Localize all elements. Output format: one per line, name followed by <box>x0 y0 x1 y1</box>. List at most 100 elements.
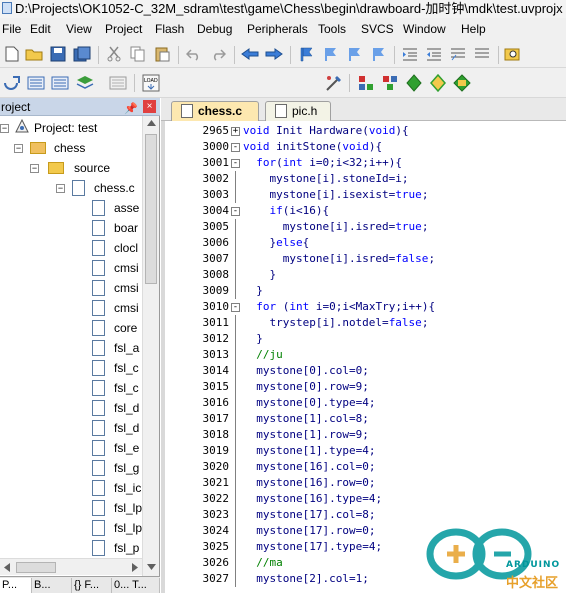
collapse-icon[interactable]: − <box>0 124 9 133</box>
code-line[interactable]: 3020 mystone[16].col=0; <box>165 459 566 475</box>
nav-forward-icon[interactable] <box>264 44 284 64</box>
open-folder-icon[interactable] <box>24 44 44 64</box>
manage-components-icon[interactable] <box>356 73 376 93</box>
scroll-thumb[interactable] <box>145 134 157 284</box>
copy-icon[interactable] <box>128 44 148 64</box>
code-line[interactable]: 3016 mystone[0].type=4; <box>165 395 566 411</box>
file-icon <box>92 278 111 298</box>
code-line[interactable]: 3001- for(int i=0;i<32;i++){ <box>165 155 566 171</box>
scroll-right-icon[interactable] <box>132 563 138 572</box>
code-line[interactable]: 3018 mystone[1].row=9; <box>165 427 566 443</box>
collapse-icon[interactable]: - <box>231 159 240 168</box>
new-file-icon[interactable] <box>2 44 22 64</box>
save-icon[interactable] <box>48 44 68 64</box>
code-line[interactable]: 3002 mystone[i].stoneId=i; <box>165 171 566 187</box>
collapse-icon[interactable]: − <box>30 164 39 173</box>
comment-icon[interactable] <box>448 44 468 64</box>
pack-installer-icon[interactable] <box>428 73 448 93</box>
menu-tools[interactable]: Tools <box>318 18 346 40</box>
bookmark-icon[interactable] <box>296 44 316 64</box>
redo-icon[interactable] <box>208 44 228 64</box>
code-line[interactable]: 2965 + void Init Hardware(void){ <box>165 123 566 139</box>
collapse-icon[interactable]: - <box>231 207 240 216</box>
close-panel-button[interactable]: × <box>143 100 156 113</box>
menu-edit[interactable]: Edit <box>30 18 51 40</box>
horizontal-scrollbar[interactable] <box>0 558 142 575</box>
paste-icon[interactable] <box>152 44 172 64</box>
menu-debug[interactable]: Debug <box>197 18 232 40</box>
save-all-icon[interactable] <box>72 44 92 64</box>
code-line[interactable]: 3000- void initStone(void){ <box>165 139 566 155</box>
find-in-files-icon[interactable] <box>503 44 523 64</box>
code-text: mystone[0].row=9; <box>256 379 369 395</box>
rebuild-icon[interactable] <box>50 73 70 93</box>
menu-window[interactable]: Window <box>403 18 446 40</box>
code-line[interactable]: 3014 mystone[0].col=0; <box>165 363 566 379</box>
vertical-scrollbar[interactable] <box>142 116 159 576</box>
code-line[interactable]: 3013 //ju <box>165 347 566 363</box>
tab-chess-c[interactable]: chess.c <box>171 101 259 121</box>
menu-peripherals[interactable]: Peripherals <box>247 18 308 40</box>
code-text: mystone[1].type=4; <box>256 443 375 459</box>
prev-bookmark-icon[interactable] <box>320 44 340 64</box>
collapse-icon[interactable]: - <box>231 303 240 312</box>
menu-project[interactable]: Project <box>105 18 142 40</box>
build-icon[interactable] <box>26 73 46 93</box>
stop-build-icon[interactable] <box>108 73 128 93</box>
target-options-icon[interactable] <box>324 73 344 93</box>
expand-icon[interactable]: + <box>231 127 240 136</box>
tab-books[interactable]: B... <box>32 578 72 593</box>
tab-pic-h[interactable]: pic.h <box>265 101 331 121</box>
collapse-icon[interactable]: − <box>14 144 23 153</box>
menu-svcs[interactable]: SVCS <box>361 18 394 40</box>
tab-templates[interactable]: 0... T... <box>112 578 160 593</box>
collapse-icon[interactable]: - <box>231 143 240 152</box>
clear-bookmarks-icon[interactable] <box>368 44 388 64</box>
code-line[interactable]: 3009} <box>165 283 566 299</box>
line-number: 3018 <box>202 428 230 441</box>
file-extensions-icon[interactable] <box>380 73 400 93</box>
batch-build-icon[interactable] <box>76 73 96 93</box>
run-time-environment-icon[interactable] <box>452 73 472 93</box>
menu-flash[interactable]: Flash <box>155 18 184 40</box>
code-line[interactable]: 3021 mystone[16].row=0; <box>165 475 566 491</box>
next-bookmark-icon[interactable] <box>344 44 364 64</box>
code-token: mystone[2].col=1; <box>256 572 369 585</box>
code-line[interactable]: 3012} <box>165 331 566 347</box>
scroll-down-icon[interactable] <box>147 564 156 570</box>
pin-icon[interactable]: 📌 <box>124 100 138 115</box>
menu-file[interactable]: File <box>2 18 21 40</box>
code-line[interactable]: 3004- if(i<16){ <box>165 203 566 219</box>
code-line[interactable]: 3007 mystone[i].isred=false; <box>165 251 566 267</box>
code-line[interactable]: 3017 mystone[1].col=8; <box>165 411 566 427</box>
code-line[interactable]: 3022 mystone[16].type=4; <box>165 491 566 507</box>
cut-icon[interactable] <box>104 44 124 64</box>
code-line[interactable]: 3006}else{ <box>165 235 566 251</box>
nav-back-icon[interactable] <box>240 44 260 64</box>
tab-functions[interactable]: {} F... <box>72 578 112 593</box>
load-download-icon[interactable]: LOAD <box>141 73 161 93</box>
code-line[interactable]: 3005 mystone[i].isred=true; <box>165 219 566 235</box>
translate-icon[interactable] <box>2 73 22 93</box>
uncomment-icon[interactable] <box>472 44 492 64</box>
undo-icon[interactable] <box>184 44 204 64</box>
tree-node-label: cmsi <box>114 281 139 295</box>
code-text: }else{ <box>269 235 309 251</box>
scroll-thumb[interactable] <box>16 562 56 573</box>
scroll-left-icon[interactable] <box>4 563 10 572</box>
indent-icon[interactable] <box>400 44 420 64</box>
code-line[interactable]: 3015 mystone[0].row=9; <box>165 379 566 395</box>
menu-view[interactable]: View <box>66 18 92 40</box>
code-line[interactable]: 3003 mystone[i].isexist=true; <box>165 187 566 203</box>
code-line[interactable]: 3008} <box>165 267 566 283</box>
project-tree: − Project: test − chess − source − chess… <box>0 116 142 576</box>
tab-project[interactable]: P... <box>0 578 32 593</box>
collapse-icon[interactable]: − <box>56 184 65 193</box>
unindent-icon[interactable] <box>424 44 444 64</box>
code-line[interactable]: 3010- for (int i=0;i<MaxTry;i++){ <box>165 299 566 315</box>
code-line[interactable]: 3011 trystep[i].notdel=false; <box>165 315 566 331</box>
select-packs-icon[interactable] <box>404 73 424 93</box>
menu-help[interactable]: Help <box>461 18 486 40</box>
scroll-up-icon[interactable] <box>147 120 156 126</box>
code-line[interactable]: 3019 mystone[1].type=4; <box>165 443 566 459</box>
